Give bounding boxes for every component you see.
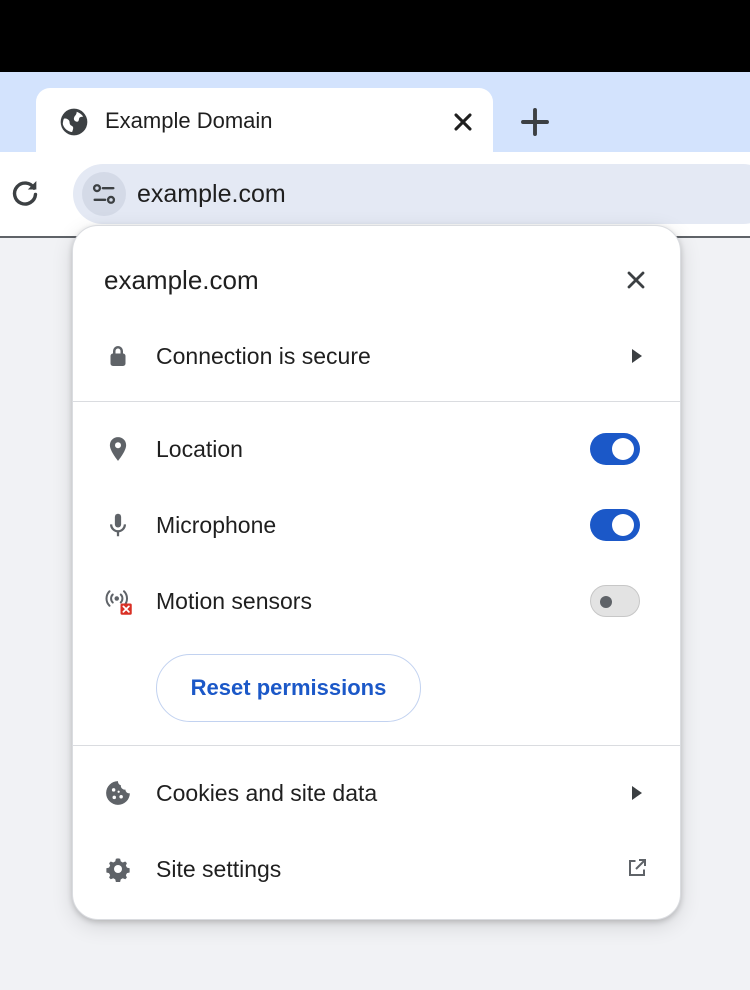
site-info-popup: example.com Connection is secure Locatio… [72,225,681,920]
gear-icon [106,858,130,882]
microphone-toggle[interactable] [590,509,640,541]
connection-label: Connection is secure [156,343,371,369]
browser-tab[interactable]: Example Domain [36,88,493,160]
divider [73,401,680,402]
open-in-new-icon [629,859,646,876]
toggle-knob [600,596,612,608]
site-info-button[interactable] [82,172,126,216]
location-toggle[interactable] [590,433,640,465]
permission-row-motion-sensors: Motion sensors [73,571,680,631]
permission-row-location: Location [73,419,680,479]
sensors-blocked-icon [105,590,132,615]
popup-title: example.com [104,265,259,295]
permission-label-microphone: Microphone [156,512,277,538]
cookie-icon [106,781,130,805]
reload-icon[interactable] [8,176,42,210]
location-pin-icon [109,437,127,461]
toggle-knob [612,514,634,536]
arrow-right-icon [632,349,642,363]
globe-icon [60,108,88,136]
url-text[interactable]: example.com [137,179,286,209]
cookies-row[interactable]: Cookies and site data [73,763,680,823]
site-settings-label: Site settings [156,856,282,882]
divider [73,745,680,746]
connection-row[interactable]: Connection is secure [73,326,680,386]
lock-icon [110,346,126,366]
permission-label-location: Location [156,436,243,462]
permission-row-microphone: Microphone [73,495,680,555]
arrow-right-icon [632,786,642,800]
screen-top-bar [0,0,750,72]
motion-sensors-toggle[interactable] [590,585,640,617]
plus-icon[interactable] [517,104,553,140]
tab-close-icon[interactable] [449,108,477,136]
cookies-label: Cookies and site data [156,780,378,806]
permission-label-motion-sensors: Motion sensors [156,588,312,614]
reset-permissions-button[interactable]: Reset permissions [156,654,421,722]
microphone-icon [110,513,126,537]
site-settings-row[interactable]: Site settings [73,839,680,899]
close-icon[interactable] [622,266,650,294]
toggle-knob [612,438,634,460]
tune-icon [92,184,116,204]
tab-title: Example Domain [105,108,273,133]
address-bar[interactable]: example.com [73,164,750,224]
